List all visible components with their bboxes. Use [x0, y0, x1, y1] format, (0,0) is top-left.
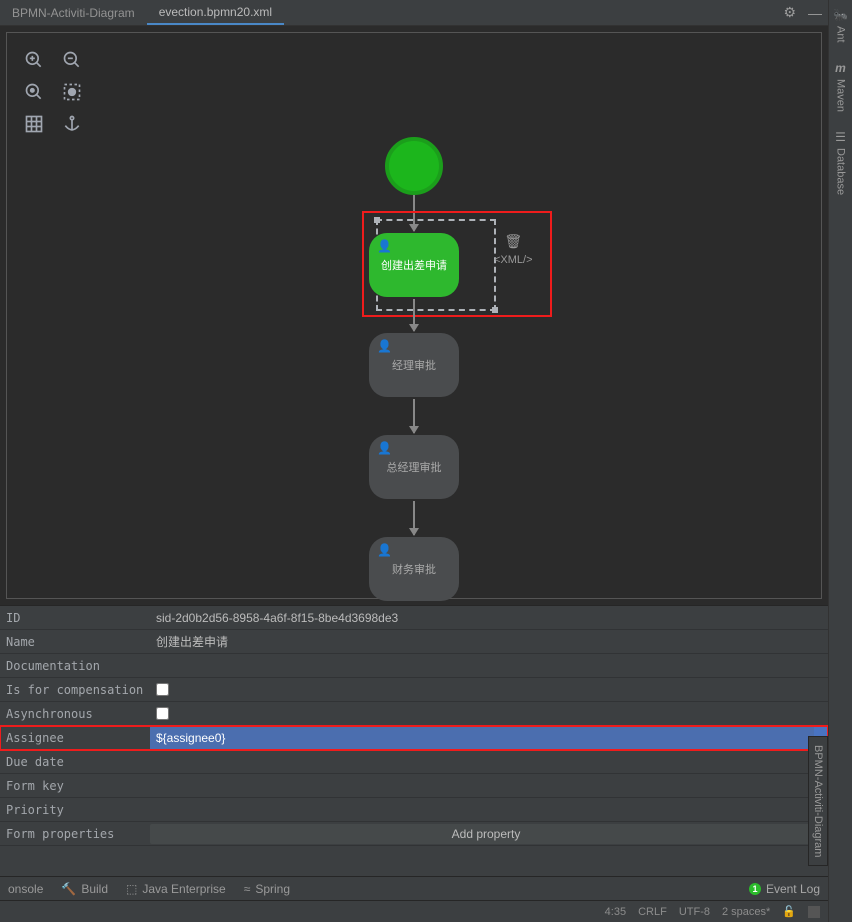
prop-label: Priority — [0, 803, 150, 817]
prop-value[interactable] — [150, 798, 828, 821]
maven-tool-tab[interactable]: mMaven — [835, 61, 847, 112]
ant-tool-tab[interactable]: 🐜Ant — [833, 8, 848, 43]
prop-value[interactable] — [150, 654, 828, 677]
file-encoding[interactable]: UTF-8 — [679, 906, 710, 918]
prop-value[interactable]: ${assignee0} — [150, 726, 814, 749]
prop-label: Form properties — [0, 827, 150, 841]
build-tab[interactable]: 🔨Build — [61, 882, 108, 896]
hammer-icon: 🔨 — [61, 882, 76, 896]
prop-value[interactable] — [150, 678, 828, 701]
status-bar: 4:35 CRLF UTF-8 2 spaces* 🔓 — [0, 900, 828, 922]
prop-row-id[interactable]: ID sid-2d0b2d56-8958-4a6f-8f15-8be4d3698… — [0, 606, 828, 630]
indent-setting[interactable]: 2 spaces* — [722, 906, 770, 918]
prop-row-asynchronous[interactable]: Asynchronous — [0, 702, 828, 726]
prop-label: Documentation — [0, 659, 150, 673]
prop-label: Is for compensation — [0, 683, 150, 697]
task-label: 经理审批 — [392, 357, 436, 373]
user-icon: 👤 — [377, 441, 392, 455]
database-tool-tab[interactable]: ☰Database — [835, 130, 847, 195]
line-separator[interactable]: CRLF — [638, 906, 667, 918]
ant-icon: 🐜 — [833, 8, 848, 22]
prop-row-form-key[interactable]: Form key — [0, 774, 828, 798]
prop-row-due-date[interactable]: Due date — [0, 750, 828, 774]
zoom-fit-icon[interactable] — [21, 79, 47, 105]
flow-arrow — [413, 501, 415, 535]
zoom-out-icon[interactable] — [59, 47, 85, 73]
spring-tab[interactable]: ≈Spring — [244, 882, 290, 896]
minimize-icon[interactable]: — — [802, 5, 828, 21]
prop-label: Asynchronous — [0, 707, 150, 721]
xml-badge[interactable]: <XML/> — [494, 254, 533, 266]
user-icon: 👤 — [377, 239, 392, 253]
status-icon[interactable] — [808, 906, 820, 918]
task-label: 创建出差申请 — [381, 257, 447, 273]
console-tab[interactable]: onsole — [8, 882, 43, 896]
prop-row-priority[interactable]: Priority — [0, 798, 828, 822]
prop-row-documentation[interactable]: Documentation — [0, 654, 828, 678]
prop-value[interactable]: sid-2d0b2d56-8958-4a6f-8f15-8be4d3698de3 — [150, 606, 828, 629]
task-node-gm-approve[interactable]: 👤 总经理审批 — [369, 435, 459, 499]
java-enterprise-tab[interactable]: ⬚Java Enterprise — [126, 882, 226, 896]
flow-arrow — [413, 399, 415, 433]
bpmn-diagram-side-tab[interactable]: BPMN-Activiti-Diagram — [808, 736, 828, 866]
grid-icon[interactable] — [21, 111, 47, 137]
prop-label: ID — [0, 611, 150, 625]
prop-value[interactable] — [150, 750, 828, 773]
async-checkbox[interactable] — [156, 707, 169, 720]
tab-evection-xml[interactable]: evection.bpmn20.xml — [147, 0, 284, 25]
tab-bar: BPMN-Activiti-Diagram evection.bpmn20.xm… — [0, 0, 828, 26]
task-node-manager-approve[interactable]: 👤 经理审批 — [369, 333, 459, 397]
database-icon: ☰ — [835, 130, 846, 144]
task-node-create-request[interactable]: 👤 创建出差申请 — [369, 233, 459, 297]
gear-icon[interactable]: ⚙ — [777, 4, 802, 21]
tab-bpmn-diagram[interactable]: BPMN-Activiti-Diagram — [0, 0, 147, 25]
user-icon: 👤 — [377, 543, 392, 557]
prop-value[interactable] — [150, 702, 828, 725]
prop-row-name[interactable]: Name 创建出差申请 — [0, 630, 828, 654]
prop-label: Name — [0, 635, 150, 649]
toolbox — [21, 47, 91, 137]
trash-icon[interactable]: 🗑 — [504, 233, 522, 250]
flow-arrow — [413, 299, 415, 331]
properties-panel: ID sid-2d0b2d56-8958-4a6f-8f15-8be4d3698… — [0, 605, 828, 876]
prop-value[interactable]: 创建出差申请 — [150, 630, 828, 653]
diagram-canvas[interactable]: 👤 创建出差申请 🗑 <XML/> 👤 经理审批 👤 总经理审批 👤 财务审批 — [6, 32, 822, 599]
prop-row-compensation[interactable]: Is for compensation — [0, 678, 828, 702]
prop-label: Due date — [0, 755, 150, 769]
leaf-icon: ≈ — [244, 882, 251, 896]
task-label: 财务审批 — [392, 561, 436, 577]
flow-arrow — [413, 195, 415, 231]
prop-label: Form key — [0, 779, 150, 793]
cursor-position[interactable]: 4:35 — [605, 906, 626, 918]
notification-badge: 1 — [749, 883, 761, 895]
add-property-button[interactable]: Add property — [150, 824, 822, 844]
footer-toolbar: onsole 🔨Build ⬚Java Enterprise ≈Spring 1… — [0, 876, 828, 900]
task-node-finance-approve[interactable]: 👤 财务审批 — [369, 537, 459, 601]
selection-icon[interactable] — [59, 79, 85, 105]
lock-icon[interactable]: 🔓 — [782, 905, 796, 918]
maven-icon: m — [835, 61, 846, 75]
event-log-button[interactable]: 1 Event Log — [749, 882, 820, 896]
prop-value[interactable] — [150, 774, 828, 797]
diagram: 👤 创建出差申请 🗑 <XML/> 👤 经理审批 👤 总经理审批 👤 财务审批 — [254, 43, 574, 603]
anchor-icon[interactable] — [59, 111, 85, 137]
prop-row-assignee[interactable]: Assignee ${assignee0} — [0, 726, 828, 750]
task-label: 总经理审批 — [387, 459, 442, 475]
compensation-checkbox[interactable] — [156, 683, 169, 696]
start-event-node[interactable] — [385, 137, 443, 195]
zoom-in-icon[interactable] — [21, 47, 47, 73]
user-icon: 👤 — [377, 339, 392, 353]
prop-label: Assignee — [0, 731, 150, 745]
cube-icon: ⬚ — [126, 882, 137, 896]
prop-row-form-properties[interactable]: Form properties Add property — [0, 822, 828, 846]
node-context-tools: 🗑 <XML/> — [494, 233, 533, 266]
right-tool-sidebar: 🐜Ant mMaven ☰Database — [828, 0, 852, 922]
